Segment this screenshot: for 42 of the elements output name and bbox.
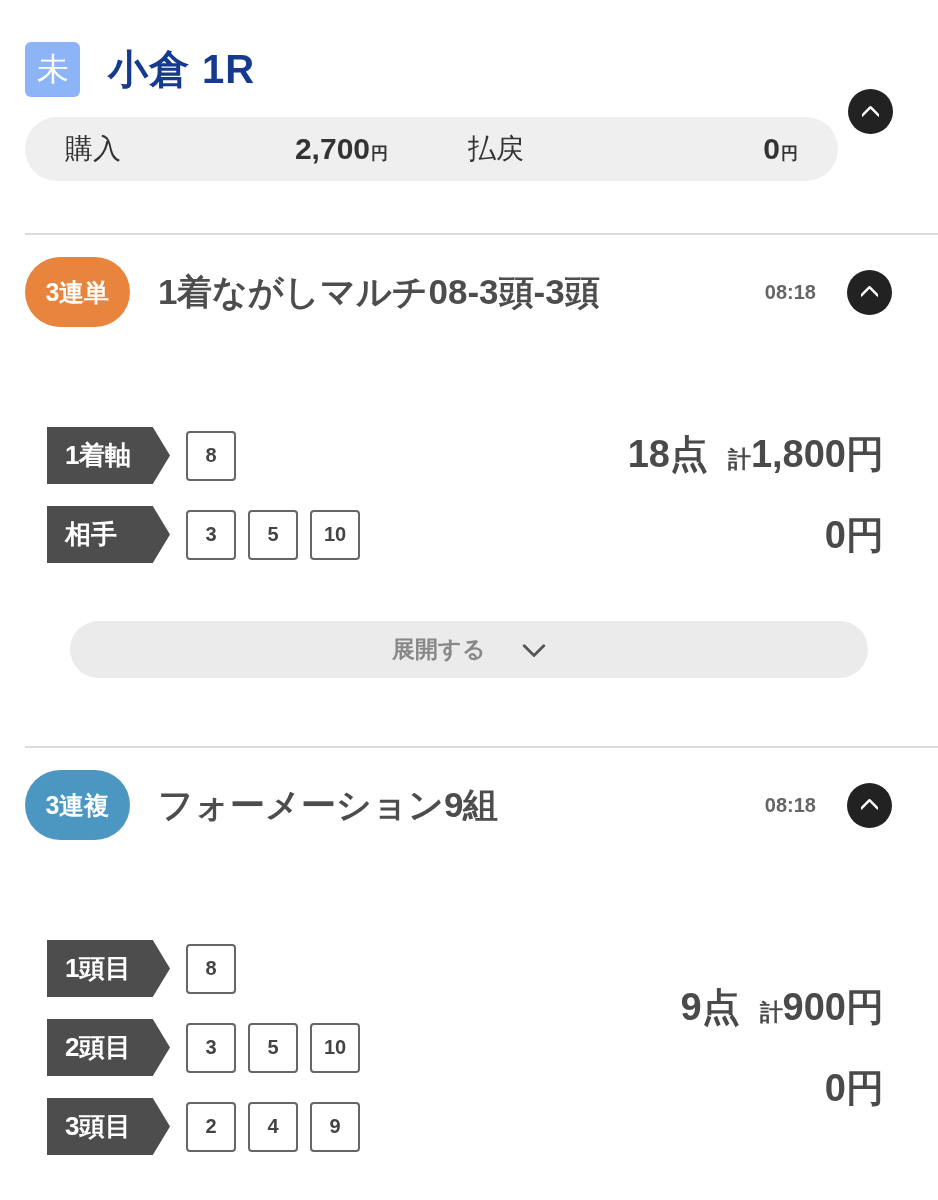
horse-number: 5 <box>248 509 298 560</box>
horse-number: 8 <box>186 430 236 481</box>
bet-title: 1着ながしマルチ08-3頭-3頭 <box>158 270 601 313</box>
payout-label: 払戻 <box>468 132 525 166</box>
horse-number: 8 <box>186 943 236 994</box>
collapse-button[interactable] <box>847 269 892 315</box>
bet-total: 計1,800円 <box>727 432 884 477</box>
expand-button[interactable]: 展開する <box>70 621 868 678</box>
position-tag: 相手 <box>47 506 170 563</box>
bet-time: 08:18 <box>764 793 816 817</box>
chevron-down-icon <box>522 642 546 657</box>
horse-number: 10 <box>310 1022 360 1073</box>
purchase-label: 購入 <box>65 132 122 166</box>
horse-number: 10 <box>310 509 360 560</box>
race-title: 小倉 1R <box>108 46 256 93</box>
bet-type-badge: 3連単 <box>25 257 130 327</box>
bet-payout: 0円 <box>824 1065 884 1111</box>
horse-number: 4 <box>248 1101 298 1152</box>
bet-title: フォーメーション9組 <box>158 783 500 826</box>
position-tag: 2頭目 <box>47 1019 170 1076</box>
position-tag: 1着軸 <box>47 427 170 484</box>
horse-number: 3 <box>186 1022 236 1073</box>
payout-amount: 0円 <box>762 132 798 166</box>
chevron-up-icon <box>861 799 878 811</box>
purchase-amount: 2,700円 <box>293 132 388 166</box>
position-tag: 1頭目 <box>47 940 170 997</box>
bet-type-badge: 3連複 <box>25 770 130 840</box>
collapse-button[interactable] <box>848 89 893 134</box>
status-badge: 未 <box>25 42 80 97</box>
chevron-up-icon <box>861 286 878 298</box>
horse-number: 5 <box>248 1022 298 1073</box>
bet-points: 9点 <box>680 984 740 1030</box>
bet-points: 18点 <box>627 432 708 477</box>
bet-time: 08:18 <box>764 280 816 304</box>
bet-payout: 0円 <box>824 513 884 558</box>
horse-number: 2 <box>186 1101 236 1152</box>
position-tag: 3頭目 <box>47 1098 170 1155</box>
collapse-button[interactable] <box>847 782 892 828</box>
horse-number: 9 <box>310 1101 360 1152</box>
chevron-up-icon <box>862 105 879 118</box>
bet-total: 計900円 <box>759 984 884 1030</box>
horse-number: 3 <box>186 509 236 560</box>
